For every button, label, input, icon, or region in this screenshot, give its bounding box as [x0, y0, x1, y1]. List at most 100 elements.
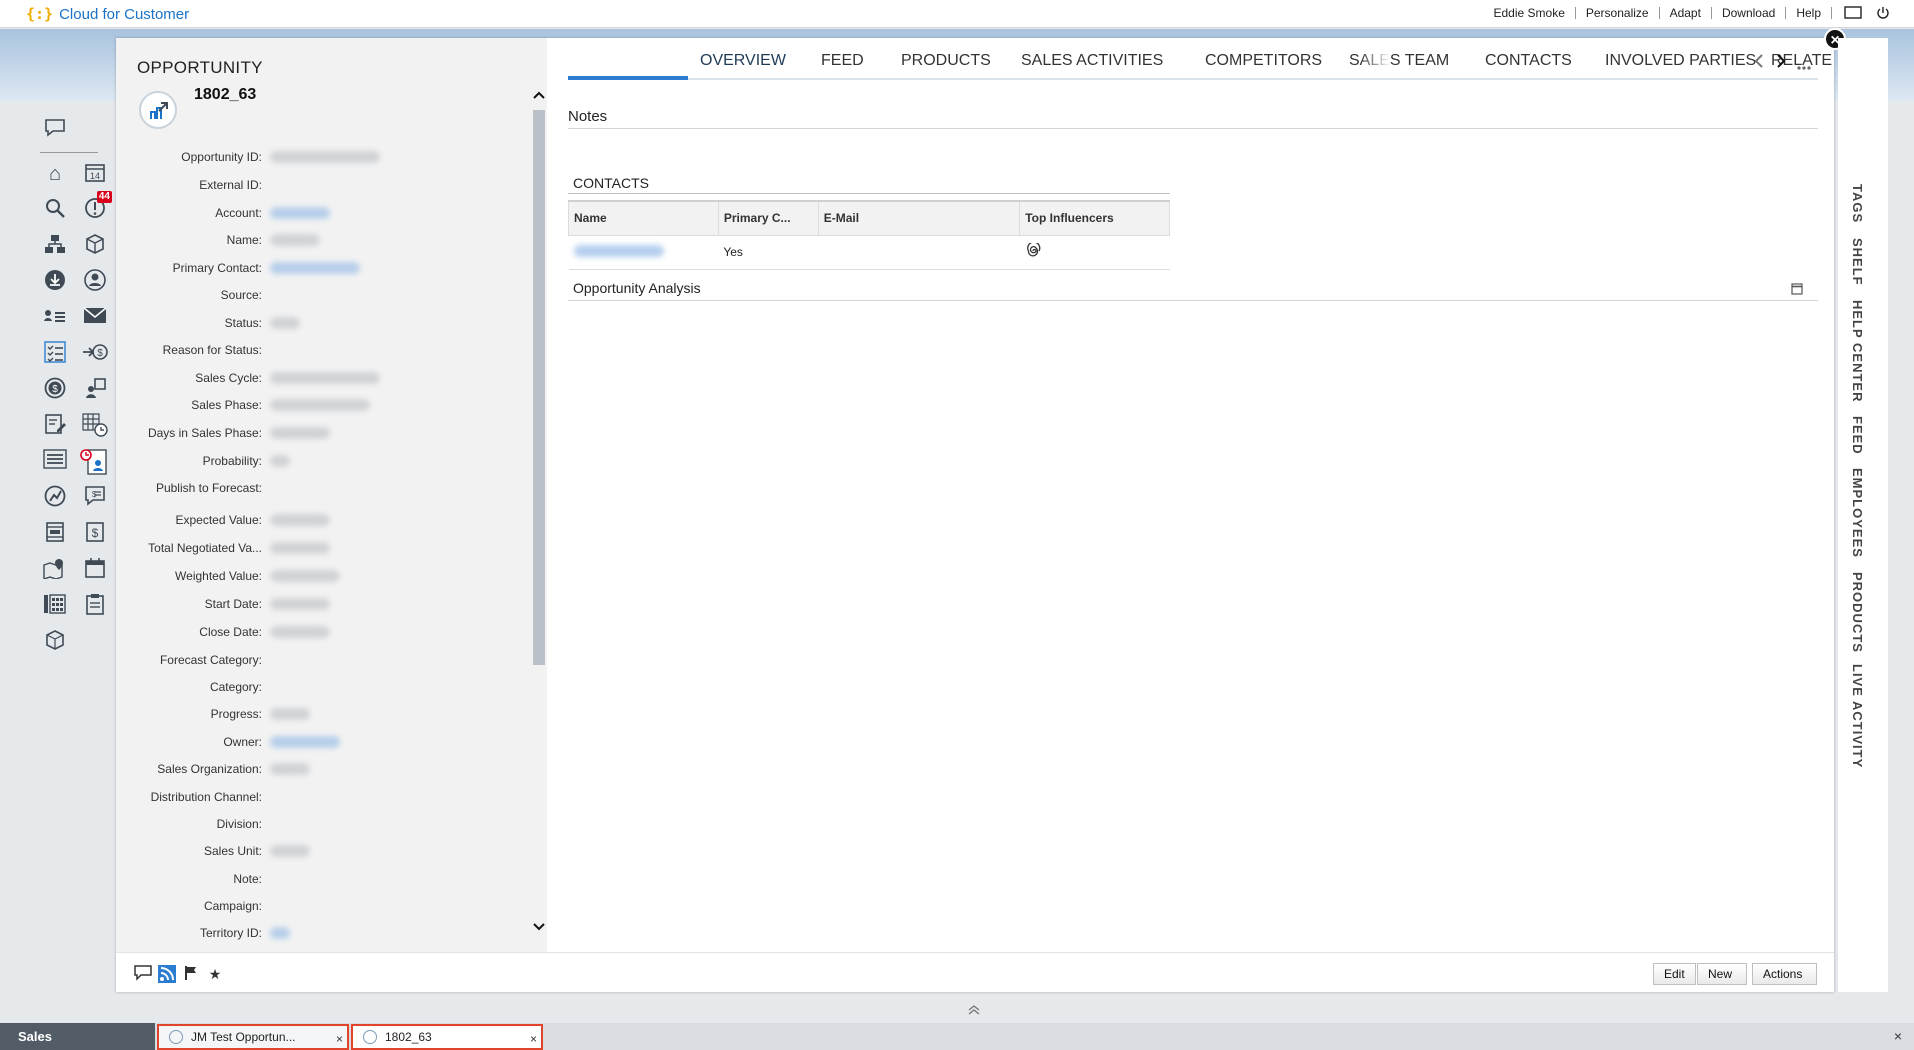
download-link[interactable]: Download [1712, 7, 1787, 19]
opportunity-object-icon [139, 91, 177, 129]
column-header-primary-contact[interactable]: Primary C... [717, 200, 819, 236]
close-all-tabs-icon[interactable]: × [1894, 1028, 1902, 1044]
field-value-redacted [270, 234, 320, 246]
new-button[interactable]: New [1697, 963, 1748, 985]
open-tab-label: 1802_63 [385, 1030, 432, 1044]
tab-sales-activities[interactable]: SALES ACTIVITIES [1021, 52, 1163, 70]
table-row[interactable]: Yes [568, 235, 1170, 270]
active-tab-indicator [568, 76, 688, 80]
adapt-link[interactable]: Adapt [1660, 7, 1712, 19]
field-label: Opportunity ID: [181, 150, 262, 164]
collapse-panel-icon[interactable] [968, 1004, 980, 1018]
field-label: Division: [216, 817, 262, 831]
tab-overflow-more-icon[interactable] [1796, 58, 1812, 74]
column-header-top-influencers[interactable]: Top Influencers [1019, 200, 1170, 236]
products-cube-icon[interactable] [82, 233, 108, 259]
side-tab-live-activity[interactable]: LIVE ACTIVITY [1850, 664, 1865, 768]
side-tab-employees[interactable]: EMPLOYEES [1850, 468, 1865, 558]
field-label: Sales Unit: [203, 844, 262, 858]
tab-competitors[interactable]: COMPETITORS [1205, 52, 1322, 70]
brand[interactable]: {:} Cloud for Customer [26, 5, 189, 23]
calculator-icon[interactable] [42, 593, 68, 619]
open-tab-jm-test[interactable]: JM Test Opportun... × [157, 1024, 349, 1050]
side-tab-feed[interactable]: FEED [1850, 416, 1865, 455]
help-link[interactable]: Help [1786, 7, 1832, 19]
tab-overview[interactable]: OVERVIEW [700, 52, 786, 70]
search-icon[interactable] [42, 197, 68, 223]
side-tab-tags[interactable]: TAGS [1850, 184, 1865, 223]
edit-document-icon[interactable] [42, 413, 68, 439]
side-tab-help-center[interactable]: HELP CENTER [1850, 300, 1865, 403]
details-scrollbar-thumb[interactable] [533, 110, 545, 665]
planner-icon[interactable] [82, 557, 108, 583]
side-tab-shelf[interactable]: SHELF [1850, 238, 1865, 286]
download-icon[interactable] [42, 269, 68, 295]
scroll-up-icon[interactable] [531, 88, 547, 104]
lead-to-money-icon[interactable]: $ [82, 341, 108, 367]
tasks-checklist-icon[interactable] [42, 341, 68, 367]
tab-fade [1360, 46, 1390, 78]
column-header-name[interactable]: Name [568, 200, 719, 236]
close-tab-icon[interactable]: × [336, 1028, 343, 1050]
favorite-star-icon[interactable]: ★ [206, 965, 224, 983]
side-tab-products[interactable]: PRODUCTS [1850, 572, 1865, 653]
maximize-section-icon[interactable] [1791, 282, 1803, 300]
field-label: Name: [226, 233, 262, 247]
grid-clock-icon[interactable] [82, 413, 108, 439]
time-contact-icon[interactable] [80, 447, 110, 477]
invoice-dollar-icon[interactable]: $ [82, 521, 108, 547]
field-value-redacted[interactable] [270, 927, 290, 939]
personalize-link[interactable]: Personalize [1576, 7, 1660, 19]
power-icon[interactable] [1876, 6, 1896, 20]
tab-feed[interactable]: FEED [821, 52, 864, 70]
opportunity-icon[interactable] [42, 485, 68, 511]
field-row: Campaign: [116, 896, 531, 916]
window-icon[interactable] [1844, 6, 1864, 20]
edit-button[interactable]: Edit [1653, 963, 1696, 985]
tab-scroll-right-icon[interactable] [1776, 54, 1786, 71]
tab-products[interactable]: PRODUCTS [901, 52, 991, 70]
opportunity-id-title: 1802_63 [194, 86, 257, 103]
feed-bubble-icon[interactable] [42, 118, 68, 144]
alert-icon[interactable]: 44 [82, 191, 112, 223]
list-icon[interactable] [42, 449, 68, 475]
tab-scroll-left-icon[interactable] [1754, 54, 1764, 71]
dollar-circle-icon[interactable]: $ [42, 377, 68, 403]
column-header-email[interactable]: E-Mail [817, 200, 1021, 236]
contact-name-link[interactable] [573, 244, 664, 257]
home-icon[interactable]: ⌂ [42, 161, 68, 187]
comment-icon[interactable] [134, 965, 152, 983]
territory-person-icon[interactable] [82, 377, 108, 403]
close-tab-icon[interactable]: × [530, 1028, 537, 1050]
hierarchy-icon[interactable] [42, 233, 68, 259]
workcenter-bar: Sales JM Test Opportun... × 1802_63 × × [0, 1023, 1914, 1050]
user-name-link[interactable]: Eddie Smoke [1484, 7, 1576, 19]
calendar-icon[interactable]: 14 [82, 161, 108, 187]
team-list-icon[interactable] [42, 305, 68, 331]
navigation-rail: ⌂ 14 44 $ $ $ $ [36, 110, 116, 680]
scroll-down-icon[interactable] [531, 920, 547, 936]
field-value-redacted[interactable] [270, 207, 330, 219]
tab-contacts[interactable]: CONTACTS [1485, 52, 1572, 70]
tab-involved-parties[interactable]: INVOLVED PARTIES [1605, 52, 1756, 70]
actions-button[interactable]: Actions [1752, 963, 1818, 985]
email-icon[interactable] [82, 305, 108, 331]
feed-rss-icon[interactable] [158, 965, 176, 983]
open-tab-1802-63[interactable]: 1802_63 × [351, 1024, 543, 1050]
device-icon[interactable] [42, 521, 68, 547]
clipboard-icon[interactable] [82, 593, 108, 619]
field-label: Expected Value: [175, 513, 262, 527]
contact-person-icon[interactable] [82, 269, 108, 295]
details-pane: OPPORTUNITY 1802_63 Opportunity ID: Exter… [116, 38, 547, 992]
product-cube-outline-icon[interactable] [42, 629, 68, 655]
field-value-redacted[interactable] [270, 262, 360, 274]
field-label: Owner: [223, 735, 262, 749]
flag-icon[interactable] [182, 965, 200, 983]
field-label: Territory ID: [199, 926, 262, 940]
workcenter-sales[interactable]: Sales [0, 1023, 155, 1050]
quote-bubble-icon[interactable]: $ [82, 485, 108, 511]
influencer-spiral-icon[interactable] [1025, 241, 1041, 262]
contact-name-cell[interactable] [568, 235, 719, 270]
field-value-redacted[interactable] [270, 736, 340, 748]
map-pin-icon[interactable] [42, 557, 68, 583]
